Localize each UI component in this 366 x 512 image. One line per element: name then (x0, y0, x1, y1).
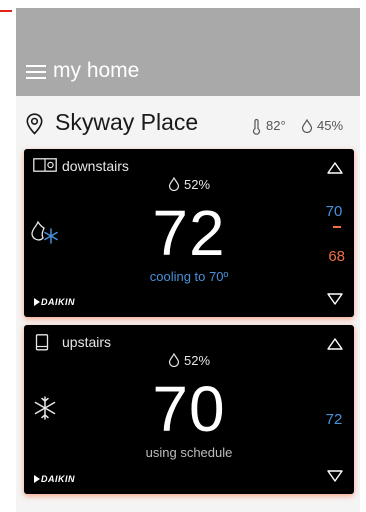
temp-up-arrow-icon[interactable] (327, 162, 343, 174)
zone-humidity: 52% (24, 176, 354, 192)
zone-status: using schedule (145, 445, 233, 460)
zone-name: upstairs (62, 334, 112, 350)
location-pin-icon (26, 113, 43, 135)
humidity-drop-icon (301, 119, 313, 133)
daikin-logo: DAIKIN (34, 297, 75, 307)
zone-card-upstairs[interactable]: upstairs 52% 70 72 using schedule DAIKIN (24, 325, 354, 494)
hamburger-menu-icon[interactable] (26, 65, 46, 80)
current-temperature: 72 (152, 197, 226, 269)
zone-status: cooling to 70º (149, 269, 229, 284)
zone-humidity-value: 52% (183, 353, 211, 368)
zone-humidity: 52% (24, 352, 354, 368)
cool-setpoint[interactable]: 72 (324, 411, 344, 428)
cool-setpoint[interactable]: 70 (324, 203, 344, 220)
app-screen: my home Skyway Place 82° 45% downstairs (16, 8, 360, 512)
temp-up-arrow-icon[interactable] (327, 338, 343, 350)
tv-room-icon (33, 158, 57, 172)
location-bar: Skyway Place 82° 45% (16, 104, 360, 144)
app-header: my home (16, 8, 360, 96)
humidity-drop-icon (168, 352, 180, 368)
tablet-room-icon (35, 334, 49, 351)
header-title: my home (53, 59, 140, 82)
outdoor-humidity: 45% (317, 118, 344, 133)
zone-name: downstairs (62, 158, 129, 174)
humidity-drop-icon (168, 176, 180, 192)
temp-down-arrow-icon[interactable] (327, 293, 343, 305)
temp-down-arrow-icon[interactable] (327, 470, 343, 482)
current-temperature: 70 (152, 373, 226, 445)
zone-humidity-value: 52% (183, 177, 211, 192)
daikin-logo: DAIKIN (34, 474, 75, 484)
outdoor-temperature: 82° (266, 118, 286, 133)
zone-card-downstairs[interactable]: downstairs 52% 72 70 68 cooling to 70º D… (24, 149, 354, 317)
setpoint-separator (333, 226, 341, 228)
edge-red-mark (0, 10, 12, 12)
thermometer-icon (252, 119, 261, 135)
heat-setpoint[interactable]: 68 (328, 248, 345, 265)
location-name[interactable]: Skyway Place (55, 109, 198, 136)
